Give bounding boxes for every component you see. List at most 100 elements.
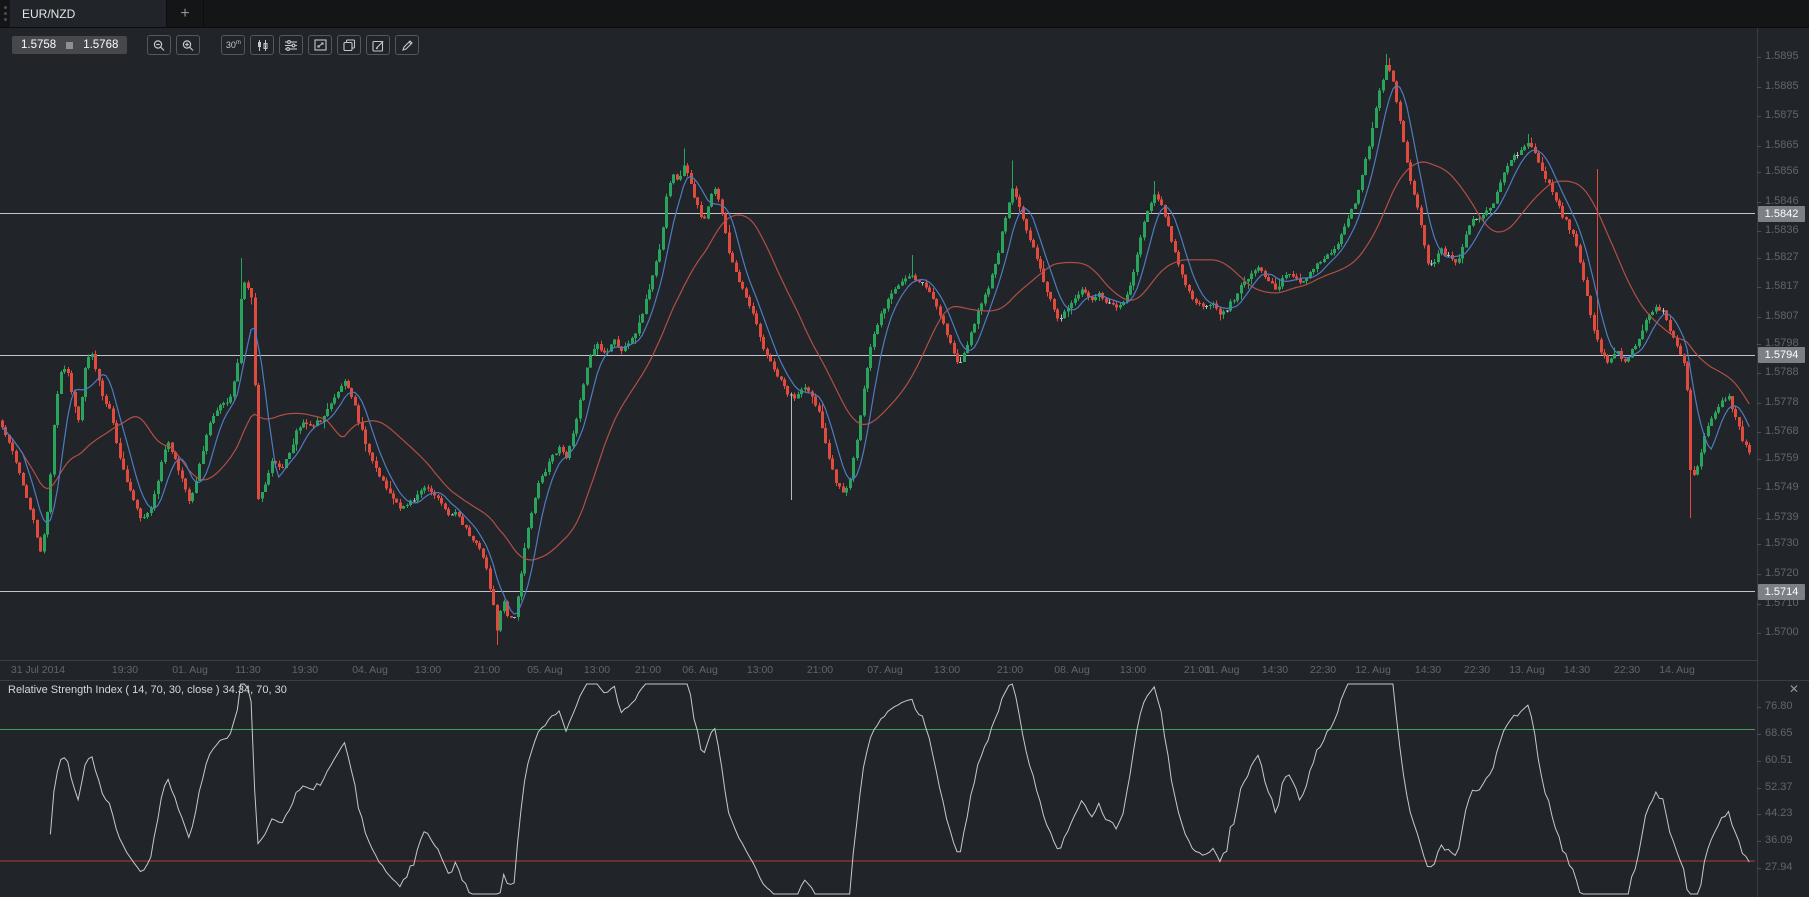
candle-body: [150, 508, 153, 513]
candle-body: [1039, 259, 1042, 268]
time-axis-label: 07. Aug: [867, 664, 903, 676]
rsi-axis-label: 52.37: [1765, 781, 1793, 793]
rsi-axis-tick: [1757, 788, 1761, 789]
candle-body: [160, 462, 163, 481]
candle-body: [413, 500, 416, 501]
candle-body: [1032, 240, 1035, 247]
pencil-icon: [401, 39, 414, 52]
candle-body: [710, 194, 713, 207]
candle-body: [385, 481, 388, 489]
candle-body: [928, 287, 931, 291]
candle-body: [1693, 470, 1696, 475]
price-axis-tick: [1757, 202, 1761, 203]
candle-body: [1627, 358, 1630, 362]
candle-body: [181, 471, 184, 479]
candle-body: [1354, 204, 1357, 210]
candle-body: [714, 189, 717, 194]
candle-body: [451, 514, 454, 515]
candle-body: [1544, 171, 1547, 179]
candle-body: [378, 468, 381, 476]
rsi-close-button[interactable]: ✕: [1786, 681, 1802, 697]
candle-body: [520, 574, 523, 597]
zoom-in-button[interactable]: [176, 35, 200, 55]
candle-body: [1132, 272, 1135, 285]
candle-body: [901, 281, 904, 285]
ma-slow-line[interactable]: [2, 162, 1749, 560]
price-axis-label: 1.5768: [1765, 425, 1799, 437]
candle-body: [1606, 356, 1609, 363]
candle-body: [288, 453, 291, 459]
time-axis[interactable]: 31 Jul 201419:3001. Aug11:3019:3004. Aug…: [0, 660, 1757, 680]
candle-body: [970, 332, 973, 345]
candle-body: [762, 337, 765, 349]
price-axis-tick: [1757, 459, 1761, 460]
candle-body: [105, 396, 108, 404]
time-axis-label: 14. Aug: [1659, 664, 1695, 676]
draw-button[interactable]: [395, 35, 419, 55]
rsi-indicator-chart[interactable]: [0, 680, 1757, 897]
candle-body: [1260, 268, 1263, 271]
new-tab-button[interactable]: +: [167, 0, 204, 27]
time-axis-label: 19:30: [112, 664, 138, 676]
candle-body: [357, 405, 360, 422]
candle-body: [963, 353, 966, 362]
candle-body: [243, 282, 246, 298]
time-axis-label: 13:00: [934, 664, 960, 676]
candle-body: [977, 311, 980, 325]
candle-body: [534, 498, 537, 513]
indicators-button[interactable]: [279, 35, 303, 55]
edit-button[interactable]: [366, 35, 390, 55]
price-axis[interactable]: 1.58951.58851.58751.58651.58561.58461.58…: [1757, 27, 1809, 897]
chart-type-button[interactable]: [250, 35, 274, 55]
candle-body: [1638, 339, 1641, 346]
expand-button[interactable]: [308, 35, 332, 55]
candle-body: [478, 543, 481, 549]
candle-body: [1430, 264, 1433, 265]
candle-body: [1119, 305, 1122, 308]
candle-body: [696, 198, 699, 205]
candle-body: [838, 483, 841, 486]
candle-body: [1350, 209, 1353, 218]
duplicate-button[interactable]: [337, 35, 361, 55]
main-price-chart[interactable]: [0, 28, 1757, 660]
candlestick-series: [1, 54, 1751, 645]
candle-body: [1634, 346, 1637, 349]
candle-body: [1589, 296, 1592, 315]
timeframe-button[interactable]: 30m: [221, 35, 245, 55]
candle-body: [1717, 407, 1720, 412]
candle-body: [824, 428, 827, 443]
spread-square-icon: [66, 42, 73, 49]
candle-body: [759, 324, 762, 337]
candle-body: [112, 408, 115, 423]
price-axis-tick: [1757, 403, 1761, 404]
candle-body: [375, 461, 378, 468]
candle-body: [555, 453, 558, 455]
candle-body: [499, 611, 502, 630]
price-axis-label: 1.5827: [1765, 251, 1799, 263]
candle-body: [1496, 192, 1499, 203]
candle-body: [1333, 249, 1336, 253]
candle-body: [790, 394, 793, 395]
ma-fast-line[interactable]: [2, 85, 1749, 614]
candle-body: [281, 467, 284, 468]
candle-body: [683, 166, 686, 176]
candle-body: [1707, 426, 1710, 436]
candle-body: [1741, 426, 1744, 441]
candle-body: [1600, 340, 1603, 353]
candle-body: [1555, 192, 1558, 200]
price-axis-label: 1.5856: [1765, 165, 1799, 177]
candle-body: [1046, 282, 1049, 292]
candle-body: [60, 372, 63, 394]
candle-body: [603, 351, 606, 353]
candle-body: [1468, 226, 1471, 235]
candle-body: [1343, 227, 1346, 235]
candle-body: [1146, 211, 1149, 222]
drag-handle-icon[interactable]: [0, 0, 10, 27]
candle-body: [1319, 262, 1322, 263]
candle-body: [755, 314, 758, 324]
candle-body: [1575, 234, 1578, 246]
tab-eurnzd[interactable]: EUR/NZD: [10, 0, 167, 27]
candle-body: [866, 368, 869, 389]
candle-body: [1074, 298, 1077, 303]
zoom-out-button[interactable]: [147, 35, 171, 55]
